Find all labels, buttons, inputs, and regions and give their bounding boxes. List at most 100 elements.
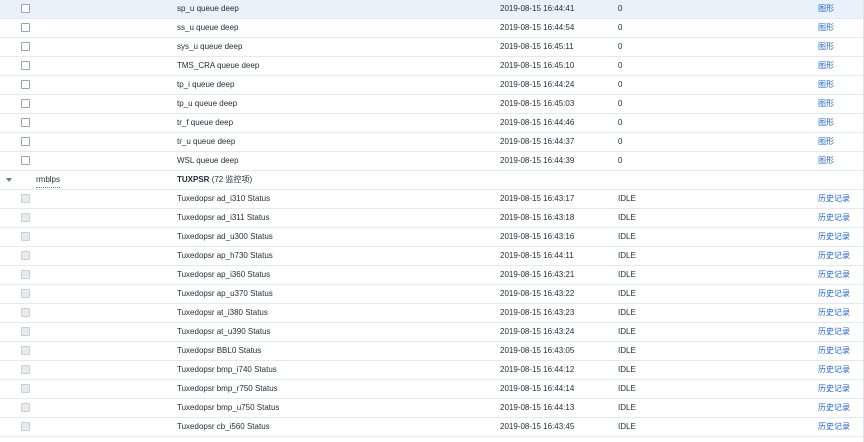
history-link[interactable]: 历史记录 bbox=[818, 266, 850, 284]
last-check-time: 2019-08-15 16:45:10 bbox=[500, 61, 575, 70]
row-checkbox[interactable] bbox=[21, 80, 30, 89]
table-row: ss_u queue deep 2019-08-15 16:44:54 0 图形 bbox=[0, 19, 864, 38]
table-row: Tuxedopsr bmp_u750 Status 2019-08-15 16:… bbox=[0, 399, 864, 418]
item-name: tr_u queue deep bbox=[177, 137, 236, 146]
last-value: IDLE bbox=[618, 289, 636, 298]
table-row: Tuxedopsr ad_u300 Status 2019-08-15 16:4… bbox=[0, 228, 864, 247]
row-checkbox[interactable] bbox=[21, 61, 30, 70]
table-row: sys_u queue deep 2019-08-15 16:45:11 0 图… bbox=[0, 38, 864, 57]
graph-link[interactable]: 图形 bbox=[818, 152, 834, 170]
last-value: IDLE bbox=[618, 422, 636, 431]
item-name: sys_u queue deep bbox=[177, 42, 243, 51]
last-check-time: 2019-08-15 16:44:14 bbox=[500, 384, 575, 393]
graph-link[interactable]: 图形 bbox=[818, 76, 834, 94]
last-check-time: 2019-08-15 16:44:11 bbox=[500, 251, 574, 260]
last-value: IDLE bbox=[618, 232, 636, 241]
item-name: WSL queue deep bbox=[177, 156, 239, 165]
row-checkbox bbox=[21, 251, 30, 260]
table-row: Tuxedopsr ad_i311 Status 2019-08-15 16:4… bbox=[0, 209, 864, 228]
graph-link[interactable]: 图形 bbox=[818, 19, 834, 37]
row-checkbox bbox=[21, 327, 30, 336]
row-checkbox[interactable] bbox=[21, 118, 30, 127]
last-value: 0 bbox=[618, 4, 623, 13]
item-name: Tuxedopsr bmp_r750 Status bbox=[177, 384, 278, 393]
row-checkbox[interactable] bbox=[21, 137, 30, 146]
item-name: tp_u queue deep bbox=[177, 99, 238, 108]
table-row: tr_u queue deep 2019-08-15 16:44:37 0 图形 bbox=[0, 133, 864, 152]
item-name: Tuxedopsr at_u390 Status bbox=[177, 327, 271, 336]
last-value: IDLE bbox=[618, 327, 636, 336]
item-name: Tuxedopsr bmp_i740 Status bbox=[177, 365, 277, 374]
last-check-time: 2019-08-15 16:43:24 bbox=[500, 327, 575, 336]
table-row: Tuxedopsr bmp_i740 Status 2019-08-15 16:… bbox=[0, 361, 864, 380]
table-row: Tuxedopsr at_u390 Status 2019-08-15 16:4… bbox=[0, 323, 864, 342]
history-link[interactable]: 历史记录 bbox=[818, 323, 850, 341]
history-link[interactable]: 历史记录 bbox=[818, 399, 850, 417]
last-check-time: 2019-08-15 16:45:03 bbox=[500, 99, 575, 108]
last-value: 0 bbox=[618, 23, 623, 32]
row-checkbox bbox=[21, 213, 30, 222]
history-link[interactable]: 历史记录 bbox=[818, 304, 850, 322]
last-value: 0 bbox=[618, 156, 623, 165]
last-check-time: 2019-08-15 16:43:05 bbox=[500, 346, 575, 355]
history-link[interactable]: 历史记录 bbox=[818, 190, 850, 208]
table-row: Tuxedopsr BBL0 Status 2019-08-15 16:43:0… bbox=[0, 342, 864, 361]
last-value: IDLE bbox=[618, 346, 636, 355]
row-checkbox[interactable] bbox=[21, 99, 30, 108]
row-checkbox[interactable] bbox=[21, 4, 30, 13]
host-name[interactable]: rmblps bbox=[36, 172, 61, 188]
table-row: tr_f queue deep 2019-08-15 16:44:46 0 图形 bbox=[0, 114, 864, 133]
item-name: sp_u queue deep bbox=[177, 4, 239, 13]
last-check-time: 2019-08-15 16:43:18 bbox=[500, 213, 575, 222]
graph-link[interactable]: 图形 bbox=[818, 95, 834, 113]
last-check-time: 2019-08-15 16:44:24 bbox=[500, 80, 575, 89]
last-value: IDLE bbox=[618, 270, 636, 279]
history-link[interactable]: 历史记录 bbox=[818, 247, 850, 265]
graph-link[interactable]: 图形 bbox=[818, 114, 834, 132]
row-checkbox bbox=[21, 403, 30, 412]
last-check-time: 2019-08-15 16:44:39 bbox=[500, 156, 575, 165]
graph-link[interactable]: 图形 bbox=[818, 0, 834, 18]
last-check-time: 2019-08-15 16:43:23 bbox=[500, 308, 575, 317]
history-link[interactable]: 历史记录 bbox=[818, 209, 850, 227]
history-link[interactable]: 历史记录 bbox=[818, 342, 850, 360]
history-link[interactable]: 历史记录 bbox=[818, 361, 850, 379]
row-checkbox bbox=[21, 422, 30, 431]
graph-link[interactable]: 图形 bbox=[818, 38, 834, 56]
last-check-time: 2019-08-15 16:43:45 bbox=[500, 422, 575, 431]
group-items: Tuxedopsr ad_i310 Status 2019-08-15 16:4… bbox=[0, 190, 864, 437]
last-value: IDLE bbox=[618, 308, 636, 317]
last-value: IDLE bbox=[618, 194, 636, 203]
last-check-time: 2019-08-15 16:43:21 bbox=[500, 270, 575, 279]
graph-link[interactable]: 图形 bbox=[818, 57, 834, 75]
last-value: 0 bbox=[618, 42, 623, 51]
history-link[interactable]: 历史记录 bbox=[818, 418, 850, 436]
application-name: TUXPSR bbox=[177, 175, 210, 184]
row-checkbox bbox=[21, 194, 30, 203]
row-checkbox[interactable] bbox=[21, 23, 30, 32]
history-link[interactable]: 历史记录 bbox=[818, 380, 850, 398]
graph-link[interactable]: 图形 bbox=[818, 133, 834, 151]
item-name: Tuxedopsr ap_h730 Status bbox=[177, 251, 273, 260]
collapse-arrow-icon[interactable] bbox=[6, 178, 12, 182]
row-checkbox[interactable] bbox=[21, 156, 30, 165]
item-name: Tuxedopsr BBL0 Status bbox=[177, 346, 262, 355]
item-name: Tuxedopsr ap_u370 Status bbox=[177, 289, 273, 298]
last-check-time: 2019-08-15 16:44:46 bbox=[500, 118, 575, 127]
item-name: Tuxedopsr cb_i560 Status bbox=[177, 422, 270, 431]
row-checkbox bbox=[21, 308, 30, 317]
history-link[interactable]: 历史记录 bbox=[818, 228, 850, 246]
last-check-time: 2019-08-15 16:43:16 bbox=[500, 232, 575, 241]
row-checkbox[interactable] bbox=[21, 42, 30, 51]
history-link[interactable]: 历史记录 bbox=[818, 285, 850, 303]
item-name: Tuxedopsr ad_u300 Status bbox=[177, 232, 273, 241]
item-name: tr_f queue deep bbox=[177, 118, 234, 127]
last-check-time: 2019-08-15 16:45:11 bbox=[500, 42, 574, 51]
host-group-header[interactable]: rmblps TUXPSR (72 监控项) bbox=[0, 171, 864, 190]
last-value: 0 bbox=[618, 80, 623, 89]
table-row: TMS_CRA queue deep 2019-08-15 16:45:10 0… bbox=[0, 57, 864, 76]
last-check-time: 2019-08-15 16:44:12 bbox=[500, 365, 575, 374]
item-name: Tuxedopsr bmp_u750 Status bbox=[177, 403, 280, 412]
top-items: sp_u queue deep 2019-08-15 16:44:41 0 图形… bbox=[0, 0, 864, 171]
item-name: TMS_CRA queue deep bbox=[177, 61, 260, 70]
